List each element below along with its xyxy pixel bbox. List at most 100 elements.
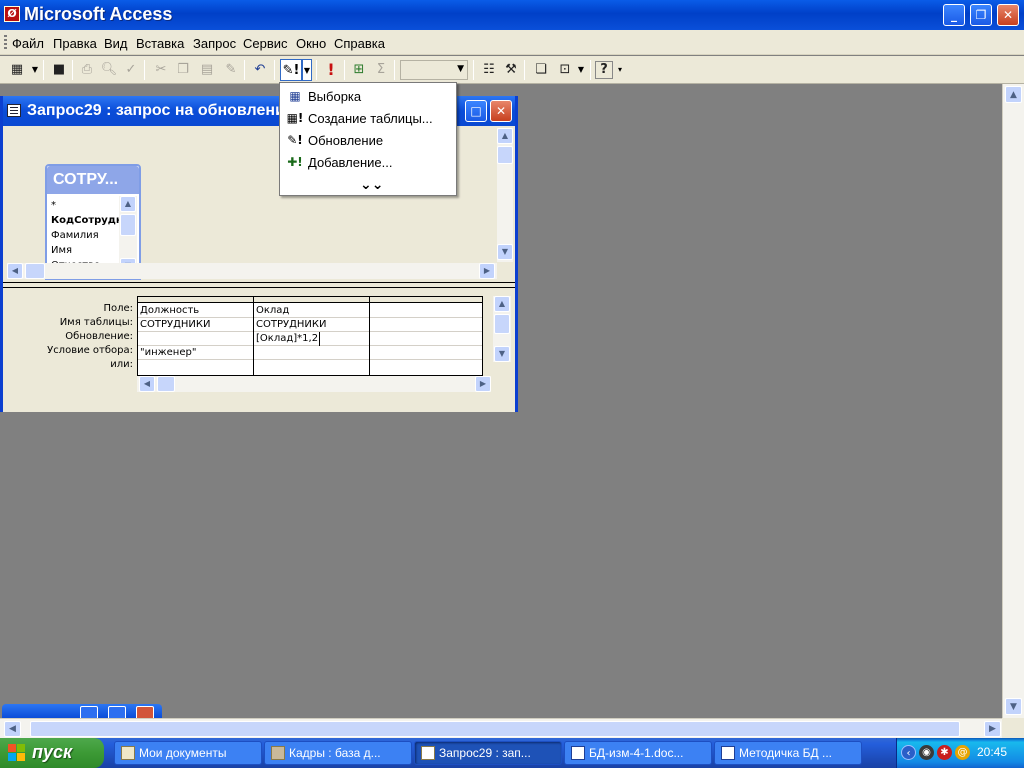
run-button[interactable]: ! [320, 59, 342, 81]
menu-item-update-query[interactable]: ✎! Обновление [282, 129, 454, 151]
scroll-up-button[interactable]: ▲ [497, 128, 513, 144]
scroll-left-button[interactable]: ◀ [7, 263, 23, 279]
taskbar-item-bd-doc[interactable]: БД-изм-4-1.doc... [564, 741, 712, 765]
restore-button[interactable] [80, 706, 98, 718]
grid-cell-field[interactable]: Оклад [256, 304, 289, 318]
scroll-thumb[interactable] [494, 314, 510, 334]
scroll-up-button[interactable]: ▲ [494, 296, 510, 312]
query-type-button[interactable]: ✎! [280, 59, 302, 81]
field-list-title[interactable]: СОТРУ... [47, 166, 139, 194]
totals-button[interactable]: Σ [370, 59, 392, 81]
scroll-up-button[interactable]: ▲ [120, 196, 136, 212]
menubar-grip[interactable] [4, 35, 7, 51]
taskbar-item-kadry-db[interactable]: Кадры : база д... [264, 741, 412, 765]
close-button[interactable]: ✕ [997, 4, 1019, 26]
database-window-button[interactable]: ❏ [530, 59, 552, 81]
grid-horizontal-scrollbar[interactable]: ◀ ▶ [137, 376, 491, 392]
mdi-vertical-scrollbar[interactable]: ▲ ▼ [1002, 84, 1024, 718]
taskbar-item-my-documents[interactable]: Мои документы [114, 741, 262, 765]
scroll-right-button[interactable]: ▶ [475, 376, 491, 392]
format-painter-button[interactable]: ✎ [220, 59, 242, 81]
help-button[interactable]: ? [595, 61, 613, 79]
scroll-down-button[interactable]: ▼ [494, 346, 510, 362]
expand-menu-icon[interactable]: ⌄⌄ [360, 177, 383, 193]
tray-mail-icon[interactable]: @ [955, 745, 970, 760]
top-values-combo[interactable]: ▼ [400, 60, 468, 80]
menu-insert[interactable]: Вставка [136, 36, 184, 51]
properties-button[interactable]: ☷ [478, 59, 500, 81]
menu-item-select-query[interactable]: ▦ Выборка [282, 85, 454, 107]
save-button[interactable]: ■ [48, 59, 70, 81]
grid-column-2[interactable]: Оклад СОТРУДНИКИ [Оклад]*1,2 [254, 297, 370, 375]
spelling-button[interactable]: ✓ [120, 59, 142, 81]
maximize-button[interactable] [108, 706, 126, 718]
scroll-up-button[interactable]: ▲ [1005, 86, 1022, 103]
field-list-item[interactable]: КодСотрудн [51, 213, 119, 228]
grid-cell-field[interactable]: Должность [140, 304, 199, 318]
query-maximize-button[interactable]: □ [465, 100, 487, 122]
view-dropdown[interactable]: ▼ [30, 59, 40, 81]
query-close-button[interactable]: ✕ [490, 100, 512, 122]
print-button[interactable]: ⎙ [76, 59, 98, 81]
access-app-icon[interactable]: Ø [4, 6, 20, 22]
field-list-item[interactable]: Имя [51, 243, 119, 258]
field-list-item[interactable]: * [51, 198, 119, 213]
grid-cell-table[interactable]: СОТРУДНИКИ [140, 318, 210, 332]
cut-button[interactable]: ✂ [150, 59, 172, 81]
query-design-grid[interactable]: Должность СОТРУДНИКИ "инженер" Оклад СОТ… [137, 296, 483, 376]
scroll-left-button[interactable]: ◀ [4, 721, 21, 737]
tray-expand-icon[interactable]: ‹ [901, 745, 916, 760]
builder-button[interactable]: ⚒ [500, 59, 522, 81]
new-object-dropdown[interactable]: ▼ [576, 59, 586, 81]
taskbar-item-metodichka[interactable]: Методичка БД ... [714, 741, 862, 765]
view-button[interactable]: ▦ [6, 59, 28, 81]
taskbar-item-query29[interactable]: Запрос29 : зап... [414, 741, 562, 765]
table-pane-vertical-scrollbar[interactable]: ▲ ▼ [497, 128, 513, 262]
grid-cell-table[interactable]: СОТРУДНИКИ [256, 318, 326, 332]
field-list-item[interactable]: Фамилия [51, 228, 119, 243]
undo-button[interactable]: ↶ [249, 59, 271, 81]
scroll-right-button[interactable]: ▶ [479, 263, 495, 279]
new-object-button[interactable]: ⊡ [554, 59, 576, 81]
show-table-button[interactable]: ⊞ [348, 59, 370, 81]
menu-item-make-table-query[interactable]: ▦! Создание таблицы... [282, 107, 454, 129]
mdi-horizontal-scrollbar[interactable]: ◀ ▶ [0, 718, 1002, 738]
grid-vertical-scrollbar[interactable]: ▲ ▼ [493, 296, 511, 362]
paste-button[interactable]: ▤ [196, 59, 218, 81]
minimized-database-window[interactable] [2, 704, 162, 718]
scroll-thumb[interactable] [157, 376, 175, 392]
menu-item-append-query[interactable]: ✚! Добавление... [282, 151, 454, 173]
toolbar-options-dropdown[interactable]: ▾ [615, 59, 625, 81]
minimize-button[interactable]: _ [943, 4, 965, 26]
start-button[interactable]: пуск [0, 738, 104, 768]
tray-antivirus-icon[interactable]: ✱ [937, 745, 952, 760]
scroll-thumb[interactable] [120, 214, 136, 236]
scroll-right-button[interactable]: ▶ [984, 721, 1001, 737]
tray-app-icon[interactable]: ◉ [919, 745, 934, 760]
menu-window[interactable]: Окно [296, 36, 326, 51]
scroll-down-button[interactable]: ▼ [1005, 698, 1022, 715]
menu-file[interactable]: Файл [12, 36, 44, 51]
menu-view[interactable]: Вид [104, 36, 128, 51]
copy-button[interactable]: ❐ [172, 59, 194, 81]
scroll-thumb[interactable] [30, 721, 960, 737]
print-preview-button[interactable]: 🔍︎ [98, 59, 120, 81]
menu-help[interactable]: Справка [334, 36, 385, 51]
menu-query[interactable]: Запрос [193, 36, 236, 51]
menu-edit[interactable]: Правка [53, 36, 97, 51]
restore-button[interactable]: ❐ [970, 4, 992, 26]
grid-column-1[interactable]: Должность СОТРУДНИКИ "инженер" [138, 297, 254, 375]
query-type-dropdown[interactable]: ▼ [302, 59, 312, 81]
close-button[interactable] [136, 706, 154, 718]
scroll-left-button[interactable]: ◀ [139, 376, 155, 392]
scroll-thumb[interactable] [497, 146, 513, 164]
grid-cell-criteria[interactable]: "инженер" [140, 346, 196, 360]
scroll-thumb[interactable] [25, 263, 45, 279]
table-pane-horizontal-scrollbar[interactable]: ◀ ▶ [7, 263, 497, 279]
menu-tools[interactable]: Сервис [243, 36, 288, 51]
app-titlebar[interactable]: Ø Microsoft Access _ ❐ ✕ [0, 0, 1024, 30]
query-type-icon: ✎! [282, 63, 300, 78]
scroll-down-button[interactable]: ▼ [497, 244, 513, 260]
grid-column-3[interactable] [370, 297, 482, 375]
grid-cell-update[interactable]: [Оклад]*1,2 [256, 332, 321, 346]
